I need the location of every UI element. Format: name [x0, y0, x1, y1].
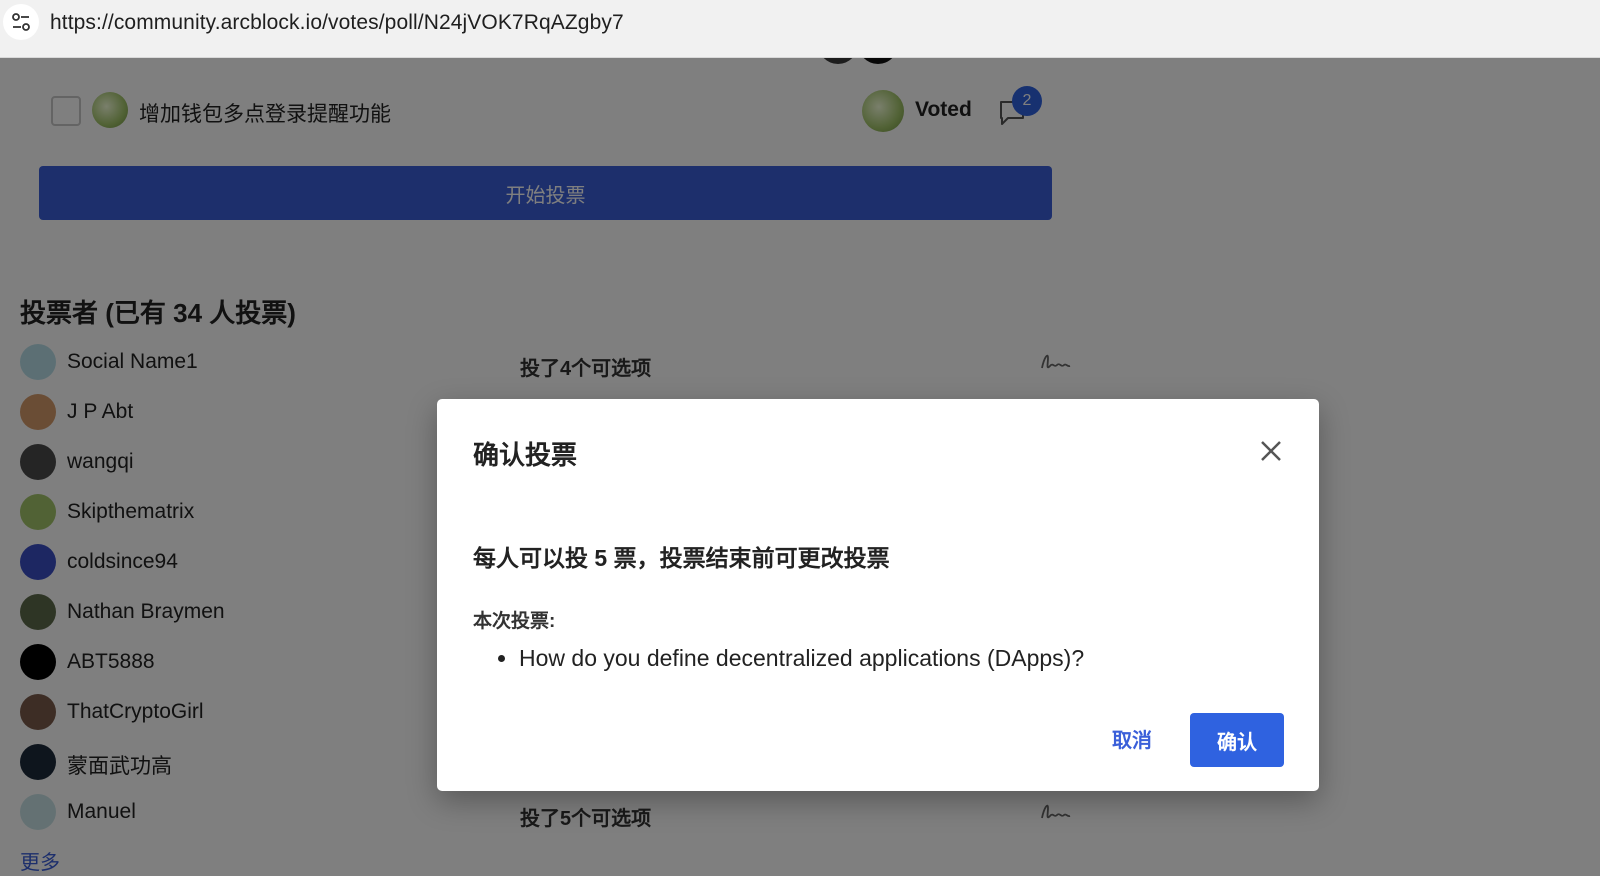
browser-url-bar: https://community.arcblock.io/votes/poll… — [0, 0, 1600, 58]
close-button[interactable] — [1255, 435, 1287, 467]
vote-rule-text: 每人可以投 5 票，投票结束前可更改投票 — [473, 545, 890, 571]
selected-options-list: How do you define decentralized applicat… — [509, 645, 1084, 672]
site-settings-button[interactable] — [3, 4, 39, 40]
dialog-title: 确认投票 — [473, 440, 578, 470]
confirm-vote-dialog: 确认投票 每人可以投 5 票，投票结束前可更改投票 本次投票: How do y… — [437, 399, 1319, 791]
cancel-button[interactable]: 取消 — [1095, 717, 1169, 759]
selected-option-item: How do you define decentralized applicat… — [519, 645, 1084, 672]
close-icon — [1261, 441, 1281, 461]
current-vote-label: 本次投票: — [473, 611, 556, 632]
confirm-button[interactable]: 确认 — [1190, 713, 1284, 767]
tune-icon — [12, 13, 30, 31]
url-text[interactable]: https://community.arcblock.io/votes/poll… — [50, 11, 624, 35]
